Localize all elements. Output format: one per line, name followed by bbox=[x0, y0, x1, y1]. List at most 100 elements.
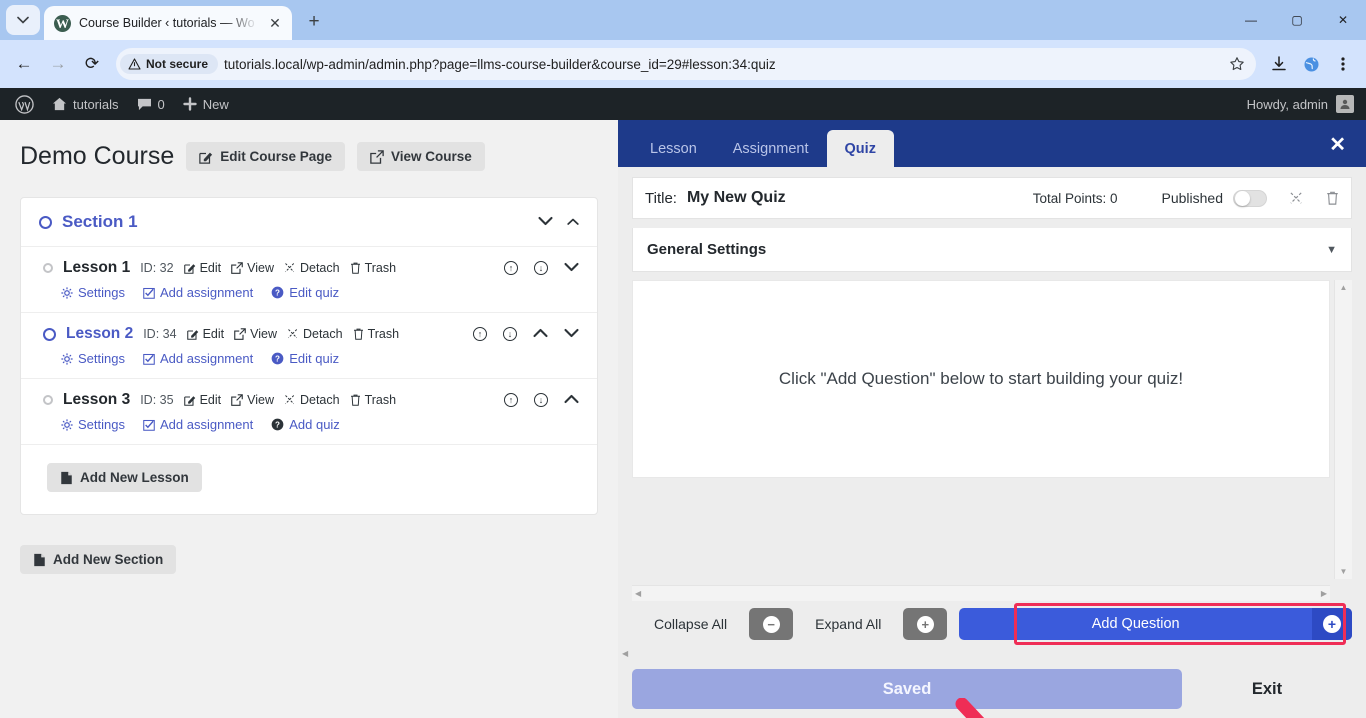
lesson-trash-link[interactable]: Trash bbox=[350, 261, 396, 275]
comments-menu[interactable]: 0 bbox=[128, 88, 174, 120]
address-bar[interactable]: Not secure tutorials.local/wp-admin/admi… bbox=[116, 48, 1256, 80]
exit-button[interactable]: Exit bbox=[1182, 680, 1352, 699]
lesson-title[interactable]: Lesson 1 bbox=[63, 259, 130, 277]
lesson-drag-handle-icon[interactable] bbox=[43, 395, 53, 405]
chevron-down-icon[interactable] bbox=[564, 259, 579, 277]
add-new-lesson-button[interactable]: Add New Lesson bbox=[47, 463, 202, 492]
chevron-up-icon[interactable] bbox=[564, 391, 579, 409]
add-new-section-button[interactable]: Add New Section bbox=[20, 545, 177, 574]
lesson-quiz-link[interactable]: ? Add quiz bbox=[271, 417, 340, 432]
site-name-menu[interactable]: tutorials bbox=[43, 88, 128, 120]
tab-assignment[interactable]: Assignment bbox=[715, 131, 827, 167]
vertical-scrollbar[interactable]: ▲ ▼ bbox=[1334, 280, 1352, 579]
move-up-circle-icon[interactable]: ↑ bbox=[473, 327, 487, 341]
lesson-edit-link[interactable]: Edit bbox=[183, 261, 221, 275]
edit-course-page-button[interactable]: Edit Course Page bbox=[186, 142, 346, 171]
chrome-menu-icon[interactable] bbox=[1328, 49, 1358, 79]
extension-globe-icon[interactable] bbox=[1296, 49, 1326, 79]
tab-quiz[interactable]: Quiz bbox=[826, 130, 894, 167]
section-drag-handle-icon[interactable] bbox=[39, 215, 52, 229]
browser-tab[interactable]: W Course Builder ‹ tutorials — Wo ✕ bbox=[44, 6, 292, 40]
lesson-quiz-link[interactable]: ? Edit quiz bbox=[271, 351, 339, 366]
lesson-settings-link[interactable]: Settings bbox=[61, 351, 125, 366]
lesson-add-assignment-link[interactable]: Add assignment bbox=[143, 285, 253, 300]
tab-lesson[interactable]: Lesson bbox=[632, 131, 715, 167]
move-down-circle-icon[interactable]: ↓ bbox=[534, 393, 548, 407]
chevron-down-icon[interactable]: ▼ bbox=[1326, 244, 1337, 256]
tab-search-button[interactable] bbox=[6, 5, 40, 35]
lesson-view-link[interactable]: View bbox=[231, 261, 274, 275]
bookmark-star-icon[interactable] bbox=[1224, 51, 1250, 77]
lesson-edit-label: Edit bbox=[199, 393, 222, 407]
lesson-title[interactable]: Lesson 2 bbox=[66, 325, 133, 343]
lesson-drag-handle-icon[interactable] bbox=[43, 327, 56, 341]
wordpress-logo-icon[interactable] bbox=[6, 88, 43, 120]
collapse-all-button[interactable]: − bbox=[749, 608, 794, 640]
external-link-icon bbox=[370, 149, 384, 164]
window-close-icon[interactable]: ✕ bbox=[1320, 4, 1366, 36]
lesson-settings-link[interactable]: Settings bbox=[61, 285, 125, 300]
question-circle-icon: ? bbox=[271, 286, 284, 299]
expand-all-button[interactable]: + bbox=[903, 608, 948, 640]
chevron-up-icon[interactable] bbox=[533, 325, 548, 343]
lesson-view-link[interactable]: View bbox=[234, 327, 277, 341]
reload-icon[interactable]: ⟳ bbox=[76, 48, 108, 80]
scroll-up-arrow-icon[interactable]: ▲ bbox=[1340, 283, 1348, 292]
maximize-icon[interactable]: ▢ bbox=[1274, 4, 1320, 36]
forward-icon[interactable]: → bbox=[42, 48, 74, 80]
chevron-down-icon[interactable] bbox=[538, 213, 553, 231]
new-tab-button[interactable]: + bbox=[300, 8, 328, 36]
question-circle-icon: ? bbox=[271, 418, 284, 431]
lesson-add-assignment-link[interactable]: Add assignment bbox=[143, 417, 253, 432]
lesson-add-assignment-link[interactable]: Add assignment bbox=[143, 351, 253, 366]
published-toggle[interactable] bbox=[1233, 189, 1267, 207]
not-secure-badge[interactable]: Not secure bbox=[120, 54, 219, 74]
general-settings-accordion[interactable]: General Settings ▼ bbox=[632, 228, 1352, 272]
lesson-detach-link[interactable]: Detach bbox=[287, 327, 343, 341]
back-icon[interactable]: ← bbox=[8, 48, 40, 80]
detach-scissors-icon bbox=[285, 263, 295, 273]
lesson-detach-link[interactable]: Detach bbox=[284, 261, 340, 275]
lesson-drag-handle-icon[interactable] bbox=[43, 263, 53, 273]
section-title[interactable]: Section 1 bbox=[62, 212, 138, 232]
lesson-edit-link[interactable]: Edit bbox=[186, 327, 224, 341]
detach-icon[interactable] bbox=[1289, 191, 1304, 206]
avatar[interactable] bbox=[1336, 95, 1354, 113]
collapse-all-label[interactable]: Collapse All bbox=[632, 616, 749, 632]
trash-icon[interactable] bbox=[1326, 191, 1339, 205]
close-icon[interactable]: ✕ bbox=[1329, 132, 1346, 157]
lesson-edit-link[interactable]: Edit bbox=[183, 393, 222, 407]
lesson-title[interactable]: Lesson 3 bbox=[63, 391, 130, 409]
warning-triangle-icon bbox=[128, 58, 141, 70]
move-down-circle-icon[interactable]: ↓ bbox=[503, 327, 517, 341]
lesson-settings-link[interactable]: Settings bbox=[61, 417, 125, 432]
account-menu[interactable]: Howdy, admin bbox=[1247, 95, 1366, 113]
chevron-up-icon[interactable] bbox=[567, 213, 579, 231]
url-text[interactable]: tutorials.local/wp-admin/admin.php?page=… bbox=[224, 57, 1218, 72]
scroll-down-arrow-icon[interactable]: ▼ bbox=[1340, 567, 1348, 576]
minimize-icon[interactable]: — bbox=[1228, 4, 1274, 36]
scroll-left-arrow-icon[interactable]: ◀ bbox=[635, 589, 641, 598]
view-course-button[interactable]: View Course bbox=[357, 142, 485, 171]
move-down-circle-icon[interactable]: ↓ bbox=[534, 261, 548, 275]
lesson-detach-link[interactable]: Detach bbox=[284, 393, 340, 407]
close-icon[interactable]: ✕ bbox=[266, 14, 284, 32]
general-settings-label: General Settings bbox=[647, 241, 767, 258]
toolbar-scroll-strip[interactable]: ◀ bbox=[618, 647, 1366, 660]
scroll-left-arrow-icon[interactable]: ◀ bbox=[622, 649, 628, 658]
lesson-view-link[interactable]: View bbox=[231, 393, 274, 407]
scroll-right-arrow-icon[interactable]: ▶ bbox=[1321, 589, 1327, 598]
expand-all-label[interactable]: Expand All bbox=[793, 616, 903, 632]
chevron-down-icon[interactable] bbox=[564, 325, 579, 343]
saved-button[interactable]: Saved bbox=[632, 669, 1182, 709]
section-header[interactable]: Section 1 bbox=[21, 198, 597, 247]
move-up-circle-icon[interactable]: ↑ bbox=[504, 393, 518, 407]
lesson-trash-link[interactable]: Trash bbox=[353, 327, 399, 341]
move-up-circle-icon[interactable]: ↑ bbox=[504, 261, 518, 275]
horizontal-scrollbar[interactable]: ◀ ▶ bbox=[632, 585, 1330, 601]
download-icon[interactable] bbox=[1264, 49, 1294, 79]
lesson-quiz-link[interactable]: ? Edit quiz bbox=[271, 285, 339, 300]
quiz-title-input[interactable]: My New Quiz bbox=[687, 189, 786, 207]
new-content-menu[interactable]: New bbox=[174, 88, 238, 120]
lesson-trash-link[interactable]: Trash bbox=[350, 393, 396, 407]
